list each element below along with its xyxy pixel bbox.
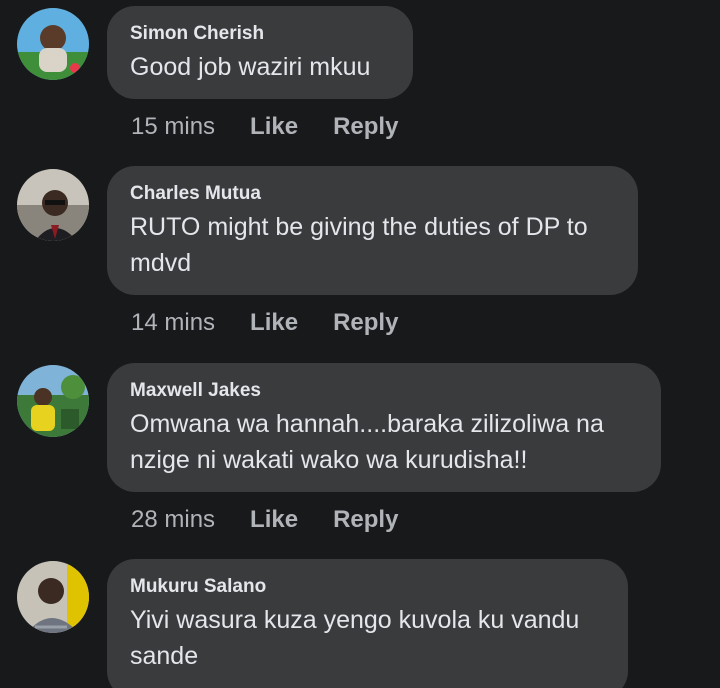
avatar[interactable] xyxy=(17,561,89,633)
like-button[interactable]: Like xyxy=(250,113,298,141)
comment-timestamp[interactable]: 15 mins xyxy=(131,113,215,141)
comment-text: Omwana wa hannah....baraka zilizoliwa na… xyxy=(130,410,604,474)
comment-timestamp[interactable]: 28 mins xyxy=(131,506,215,534)
comment-list: Simon Cherish Good job waziri mkuu 15 mi… xyxy=(0,0,720,688)
comment-author[interactable]: Charles Mutua xyxy=(130,182,614,206)
comment-meta: 14 mins Like Reply xyxy=(131,308,433,338)
comment-author[interactable]: Mukuru Salano xyxy=(130,575,604,599)
comment-text: Yivi wasura kuza yengo kuvola ku vandu s… xyxy=(130,606,580,670)
comment-bubble: Simon Cherish Good job waziri mkuu xyxy=(107,6,413,99)
comment-text: RUTO might be giving the duties of DP to… xyxy=(130,213,588,277)
comment-author[interactable]: Simon Cherish xyxy=(130,22,389,46)
comment-author[interactable]: Maxwell Jakes xyxy=(130,379,637,403)
comment-bubble: Mukuru Salano Yivi wasura kuza yengo kuv… xyxy=(107,559,628,688)
reply-button[interactable]: Reply xyxy=(333,506,398,534)
avatar[interactable] xyxy=(17,169,89,241)
like-button[interactable]: Like xyxy=(250,506,298,534)
reply-button[interactable]: Reply xyxy=(333,113,398,141)
comment-bubble: Maxwell Jakes Omwana wa hannah....baraka… xyxy=(107,363,661,492)
avatar[interactable] xyxy=(17,8,89,80)
comment-timestamp[interactable]: 14 mins xyxy=(131,309,215,337)
avatar[interactable] xyxy=(17,365,89,437)
reply-button[interactable]: Reply xyxy=(333,309,398,337)
like-button[interactable]: Like xyxy=(250,309,298,337)
comment-meta: 15 mins Like Reply xyxy=(131,112,433,142)
comment-bubble: Charles Mutua RUTO might be giving the d… xyxy=(107,166,638,295)
comment-text: Good job waziri mkuu xyxy=(130,53,371,81)
comment-meta: 28 mins Like Reply xyxy=(131,505,433,535)
